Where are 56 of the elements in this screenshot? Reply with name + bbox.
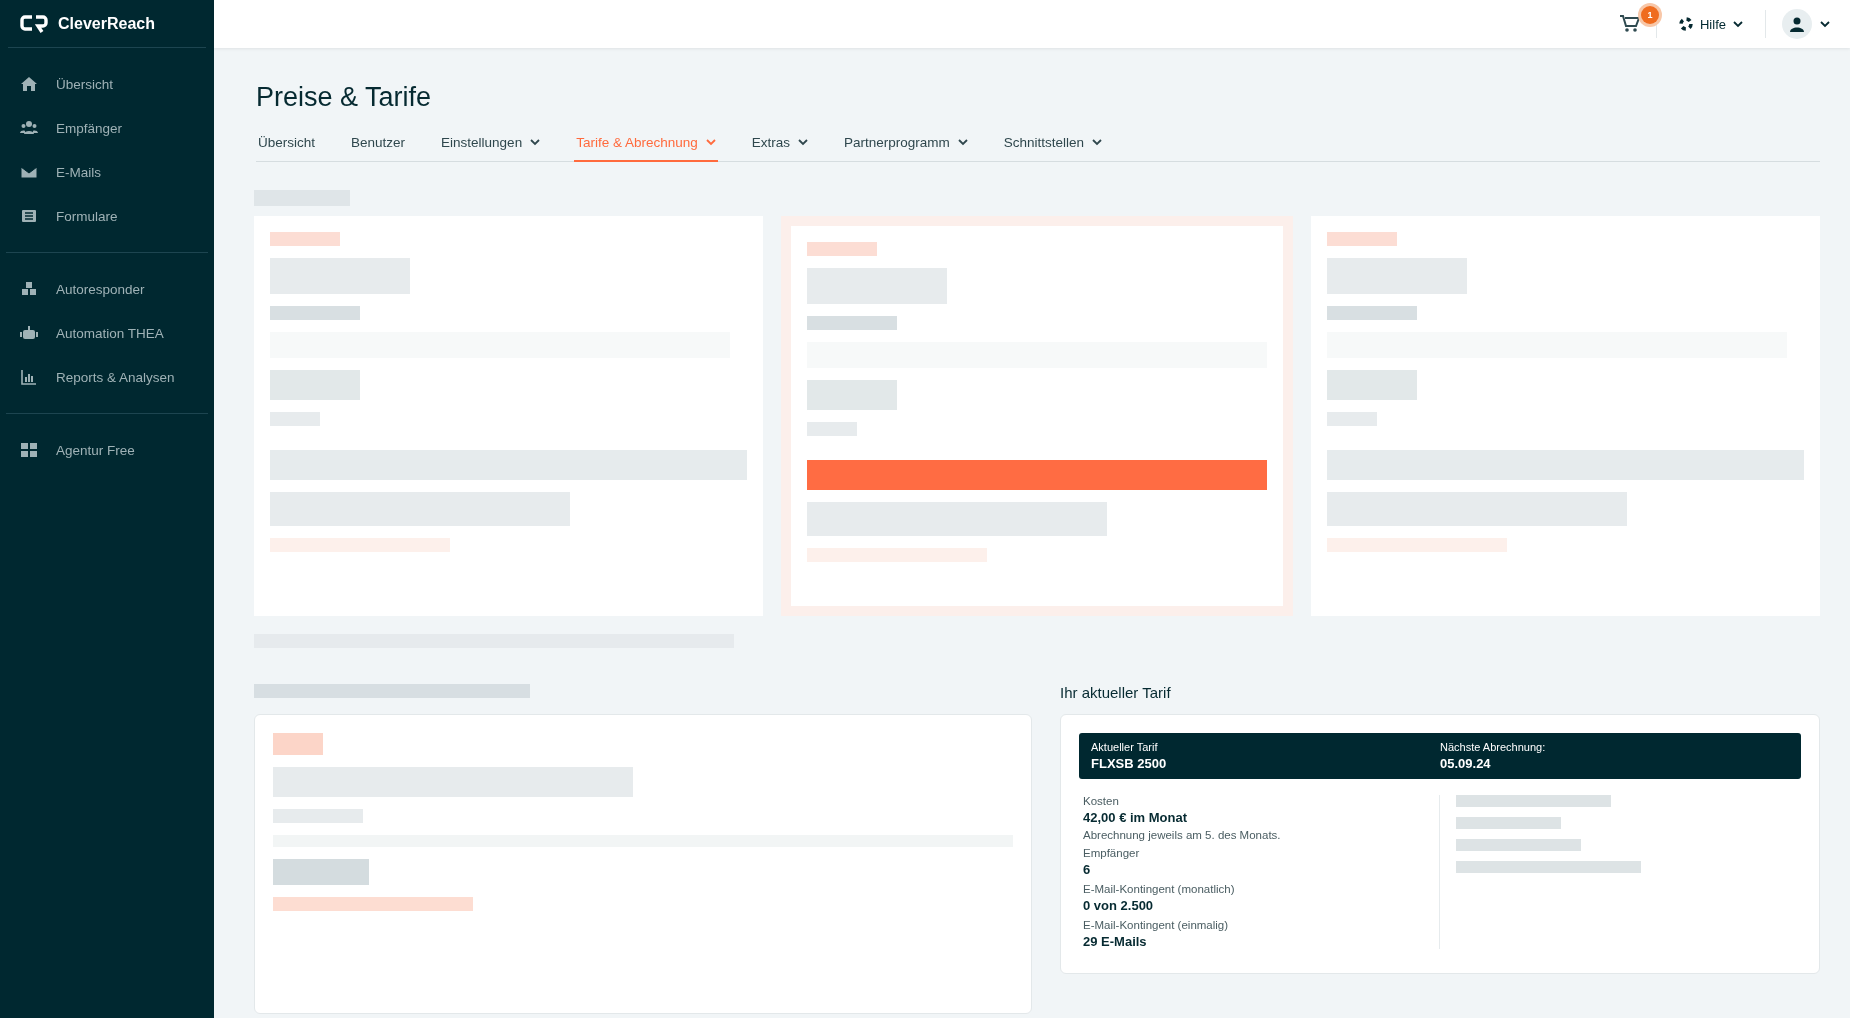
plan-select-bar[interactable] [807,460,1267,490]
nav-tab[interactable]: Einstellungen [439,133,543,162]
sidebar-item[interactable]: Automation THEA [6,311,208,355]
nav-tab[interactable]: Extras [749,133,810,162]
detail-value: 6 [1083,862,1092,877]
blurred-text [270,412,320,426]
sidebar-item[interactable]: Formulare [6,194,208,238]
help-button[interactable]: Hilfe [1673,15,1749,33]
cubes-icon [20,280,38,298]
sidebar-item[interactable]: Reports & Analysen [6,355,208,399]
banner-value: 05.09.24 [1440,756,1492,771]
nav-tab[interactable]: Partnerprogramm [842,133,970,162]
user-menu-button[interactable] [1782,9,1830,39]
nav-tab[interactable]: Schnittstellen [1001,133,1105,162]
banner-label: Aktueller Tarif [1091,741,1159,753]
nav-tab[interactable]: Übersicht [256,133,318,162]
logo-icon [20,13,50,34]
blurred-text [807,242,877,256]
detail-note: Abrechnung jeweils am 5. des Monats. [1083,829,1282,841]
blurred-text [270,232,340,246]
nav-tab[interactable]: Benutzer [349,133,408,162]
plan-select-bar[interactable] [270,450,747,480]
logo-text: CleverReach [58,14,155,33]
detail-label: E-Mail-Kontingent (monatlich) [1083,883,1236,895]
bar-chart-icon [20,368,38,386]
detail-label: Empfänger [1083,847,1141,859]
sidebar-item[interactable]: E-Mails [6,150,208,194]
grid-icon [20,441,38,459]
detail-value: 0 von 2.500 [1083,898,1155,913]
blurred-text [1327,412,1377,426]
cart-count-badge: 1 [1641,6,1659,24]
users-icon [20,119,38,137]
detail-label: Kosten [1083,795,1120,807]
list-icon [20,207,38,225]
sidebar-item[interactable]: Übersicht [6,62,208,106]
banner-value: FLXSB 2500 [1091,756,1168,771]
cart-icon [1620,15,1640,33]
robot-icon [20,324,38,342]
cart-button[interactable] [1620,15,1640,33]
user-icon [1790,16,1804,32]
detail-value: 42,00 € im Monat [1083,810,1189,825]
blurred-text [273,733,323,755]
sidebar-item[interactable]: Agentur Free [6,428,208,472]
chevron-icon [1820,20,1830,28]
chevron-icon [1733,20,1743,28]
sidebar-item[interactable]: Autoresponder [6,267,208,311]
detail-value: 29 E-Mails [1083,934,1148,949]
banner-label: Nächste Abrechnung: [1440,741,1547,753]
home-icon [20,75,38,93]
sidebar-item[interactable]: Empfänger [6,106,208,150]
detail-label: E-Mail-Kontingent (einmalig) [1083,919,1230,931]
blurred-text [807,422,857,436]
plan-select-bar[interactable] [1327,450,1804,480]
page-title: Preise & Tarife [256,82,432,113]
section-heading: Ihr aktueller Tarif [1060,684,1172,703]
blurred-text [1327,232,1397,246]
